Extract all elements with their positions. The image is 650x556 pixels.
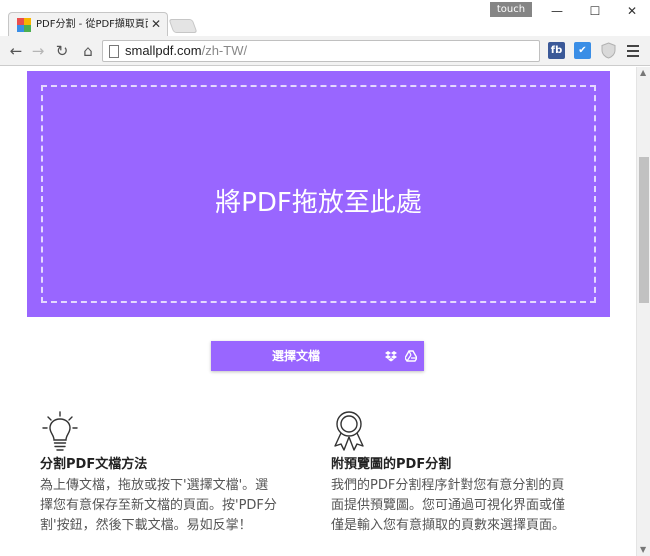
smallpdf-favicon-icon — [17, 18, 31, 32]
reload-button[interactable]: ↻ — [52, 41, 72, 61]
choose-file-button[interactable]: 選擇文檔 — [211, 341, 424, 371]
new-tab-button[interactable] — [168, 19, 198, 33]
feature-text-line: 僅是輸入您有意擷取的頁數來選擇頁面。 — [331, 518, 566, 533]
feature-text-line: 割'按鈕，然後下載文檔。易如反掌！ — [40, 518, 252, 533]
feature-preview-split: 附預覽圖的PDF分割 我們的PDF分割程序針對您有意分割的頁 面提供預覽圖。您可… — [331, 410, 611, 536]
facebook-extension-icon[interactable]: fb — [548, 42, 565, 59]
file-dropzone[interactable]: 將PDF拖放至此處 — [27, 71, 610, 317]
menu-icon[interactable] — [625, 42, 641, 59]
url-text[interactable]: smallpdf.com/zh-TW/ — [125, 43, 247, 59]
home-button[interactable]: ⌂ — [78, 41, 98, 61]
shield-extension-icon[interactable] — [600, 42, 617, 59]
award-ribbon-icon — [334, 411, 364, 451]
feature-how-to-split: 分割PDF文檔方法 為上傳文檔，拖放或按下'選擇文檔'。選 擇您有意保存至新文檔… — [40, 410, 320, 536]
touch-badge: touch — [490, 2, 532, 17]
address-bar[interactable]: smallpdf.com/zh-TW/ — [102, 40, 540, 62]
browser-tab[interactable]: PDF分割 - 從PDF擷取頁面 ✕ — [8, 12, 168, 36]
forward-button[interactable]: → — [28, 41, 48, 61]
minimize-button[interactable]: — — [545, 3, 569, 19]
close-window-button[interactable]: ✕ — [620, 3, 644, 19]
feature-description: 我們的PDF分割程序針對您有意分割的頁 面提供預覽圖。您可通過可視化界面或僅 僅… — [331, 476, 611, 536]
tab-title: PDF分割 - 從PDF擷取頁面 — [36, 19, 148, 30]
dropzone-text: 將PDF拖放至此處 — [215, 188, 422, 218]
page-viewport: 將PDF拖放至此處 選擇文檔 分割PDF文檔方法 為上傳文檔，拖放或按下'選擇文… — [0, 67, 636, 556]
scroll-up-icon[interactable]: ▲ — [640, 68, 646, 77]
tab-close-icon[interactable]: ✕ — [151, 17, 161, 31]
feature-description: 為上傳文檔，拖放或按下'選擇文檔'。選 擇您有意保存至新文檔的頁面。按'PDF分… — [40, 476, 320, 536]
url-path: /zh-TW/ — [201, 43, 248, 58]
feature-text-line: 我們的PDF分割程序針對您有意分割的頁 — [331, 478, 565, 493]
feature-title: 附預覽圖的PDF分割 — [331, 457, 452, 472]
browser-toolbar: ← → ↻ ⌂ smallpdf.com/zh-TW/ fb ✔ — [0, 36, 650, 66]
feature-text-line: 為上傳文檔，拖放或按下'選擇文檔'。選 — [40, 478, 269, 493]
dropbox-icon[interactable] — [385, 350, 397, 362]
checkmark-extension-icon[interactable]: ✔ — [574, 42, 591, 59]
scroll-down-icon[interactable]: ▼ — [640, 545, 646, 554]
url-host: smallpdf.com — [125, 43, 202, 58]
scrollbar-thumb[interactable] — [639, 157, 649, 303]
page-icon — [109, 45, 119, 58]
lightbulb-icon — [42, 411, 78, 451]
back-button[interactable]: ← — [6, 41, 26, 61]
google-drive-icon[interactable] — [405, 350, 417, 362]
feature-title: 分割PDF文檔方法 — [40, 457, 148, 472]
choose-file-label: 選擇文檔 — [271, 349, 320, 363]
feature-text-line: 面提供預覽圖。您可通過可視化界面或僅 — [331, 498, 566, 513]
vertical-scrollbar[interactable]: ▲ ▼ — [636, 67, 650, 556]
title-bar: PDF分割 - 從PDF擷取頁面 ✕ touch — ☐ ✕ — [0, 0, 650, 36]
maximize-button[interactable]: ☐ — [583, 3, 607, 19]
feature-text-line: 擇您有意保存至新文檔的頁面。按'PDF分 — [40, 498, 277, 513]
